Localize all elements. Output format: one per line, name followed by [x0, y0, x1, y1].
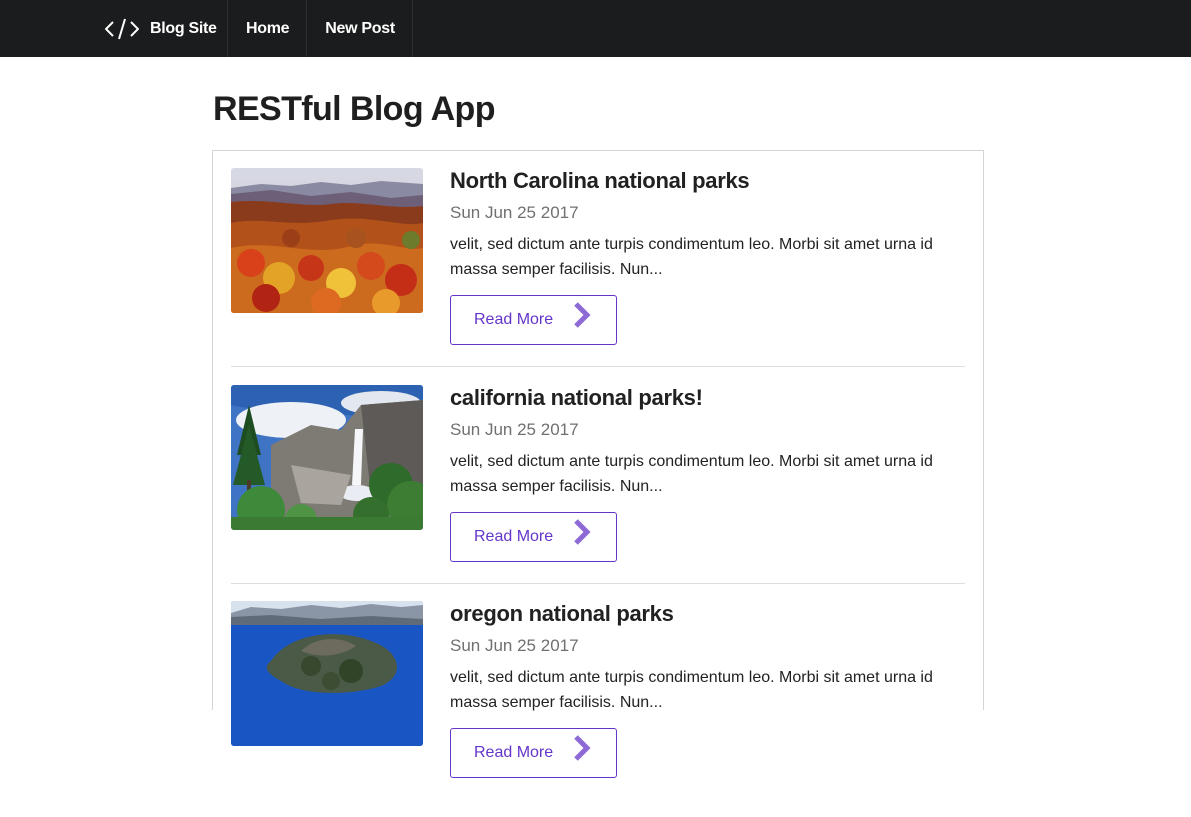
read-more-label: Read More [474, 311, 554, 328]
nav-item-home-label: Home [246, 19, 290, 37]
nav-item-home[interactable]: Home [228, 0, 308, 57]
post-excerpt: velit, sed dictum ante turpis condimentu… [450, 453, 933, 495]
post-body: North Carolina national parks Sun Jun 25… [450, 168, 965, 345]
read-more-button[interactable]: Read More [450, 728, 617, 778]
nav-item-new-post-label: New Post [325, 19, 395, 37]
top-navbar: Blog Site Home New Post [0, 0, 1191, 57]
post-title[interactable]: oregon national parks [450, 601, 965, 627]
read-more-label: Read More [474, 528, 554, 545]
post-excerpt: velit, sed dictum ante turpis condimentu… [450, 669, 933, 711]
post-item: North Carolina national parks Sun Jun 25… [231, 168, 965, 384]
post-title[interactable]: california national parks! [450, 385, 965, 411]
post-date: Sun Jun 25 2017 [450, 420, 579, 439]
read-more-label: Read More [474, 744, 554, 761]
brand-label: Blog Site [150, 19, 217, 37]
post-image-crater-lake [231, 601, 423, 746]
post-item: california national parks! Sun Jun 25 20… [231, 385, 965, 601]
read-more-button[interactable]: Read More [450, 295, 617, 345]
chevron-right-icon [571, 301, 593, 329]
post-body: oregon national parks Sun Jun 25 2017 ve… [450, 601, 965, 778]
post-image-waterfall-cliff [231, 385, 423, 530]
post-date: Sun Jun 25 2017 [450, 636, 579, 655]
post-excerpt: velit, sed dictum ante turpis condimentu… [450, 236, 933, 278]
post-body: california national parks! Sun Jun 25 20… [450, 385, 965, 562]
brand-link[interactable]: Blog Site [92, 0, 228, 57]
nav-item-new-post[interactable]: New Post [307, 0, 413, 57]
read-more-button[interactable]: Read More [450, 512, 617, 562]
chevron-right-icon [571, 518, 593, 546]
post-item: oregon national parks Sun Jun 25 2017 ve… [231, 601, 965, 817]
post-title[interactable]: North Carolina national parks [450, 168, 965, 194]
post-date: Sun Jun 25 2017 [450, 203, 579, 222]
post-list: North Carolina national parks Sun Jun 25… [212, 150, 984, 778]
chevron-right-icon [571, 734, 593, 762]
post-image-autumn-mountains [231, 168, 423, 313]
code-icon [104, 18, 140, 40]
page-title: RESTful Blog App [213, 90, 495, 128]
